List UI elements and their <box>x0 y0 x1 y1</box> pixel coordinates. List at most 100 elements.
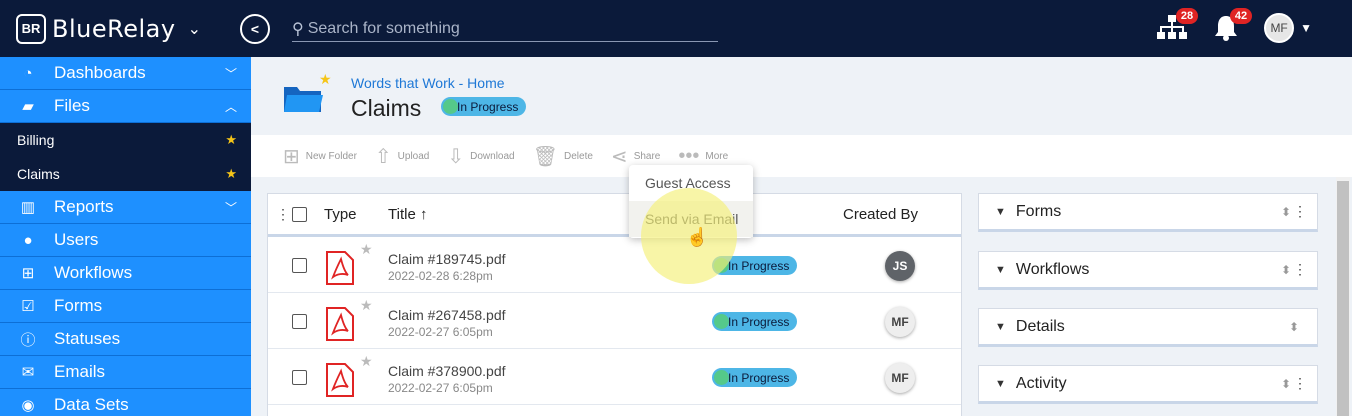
logo-mark-icon: BR <box>16 13 46 44</box>
notifications-button[interactable]: 42 <box>1210 8 1253 46</box>
pdf-file-icon <box>326 251 354 285</box>
app-name: BlueRelay <box>52 14 176 43</box>
sidebar: ◔ Dashboards ﹀ ▰ Files ︿ Billing ★ Claim… <box>0 57 251 416</box>
panel-forms[interactable]: ▼ Forms ⬍ ⋮ <box>978 193 1318 232</box>
sidebar-item-emails[interactable]: ✉ Emails <box>0 356 251 389</box>
column-type[interactable]: Type <box>324 206 357 223</box>
status-badge[interactable]: In Progress <box>441 97 527 116</box>
sidebar-item-workflows[interactable]: ⊞ Workflows <box>0 257 251 290</box>
star-icon[interactable]: ★ <box>360 297 373 314</box>
panel-details[interactable]: ▼ Details ⬍ <box>978 308 1318 347</box>
delete-button[interactable]: 🗑 Delete <box>533 144 593 169</box>
kebab-menu-icon[interactable]: ⋮ <box>1293 261 1307 278</box>
sidebar-item-data-sets[interactable]: ◉ Data Sets <box>0 389 251 416</box>
sidebar-item-files[interactable]: ▰ Files ︿ <box>0 90 251 123</box>
sidebar-item-label: Files <box>54 96 90 115</box>
sort-icon[interactable]: ⬍ <box>1281 263 1291 277</box>
guest-access-menu-item[interactable]: Guest Access <box>629 165 753 201</box>
status-badge[interactable]: In Progress <box>712 256 798 275</box>
column-title[interactable]: Title ↑ <box>388 206 427 223</box>
panel-activity[interactable]: ▼ Activity ⬍ ⋮ <box>978 365 1318 404</box>
sort-icon[interactable]: ⬍ <box>1281 377 1291 391</box>
sidebar-item-forms[interactable]: ☑ Forms <box>0 290 251 323</box>
chevron-down-icon[interactable]: ▼ <box>995 321 1006 333</box>
chevron-down-icon[interactable]: ▼ <box>995 378 1006 390</box>
sidebar-item-label: Forms <box>54 296 103 315</box>
status-badge[interactable]: In Progress <box>712 368 798 387</box>
star-icon[interactable]: ★ <box>225 166 237 182</box>
search-icon: ⚲ <box>292 20 304 38</box>
checkbox-icon: ☑ <box>21 298 35 315</box>
trash-icon: 🗑 <box>532 145 559 168</box>
chevron-down-icon[interactable]: ▼ <box>995 264 1006 276</box>
collapse-sidebar-button[interactable]: < <box>240 14 270 44</box>
user-icon: ● <box>23 231 33 249</box>
sidebar-item-label: Users <box>54 230 99 249</box>
chevron-down-icon[interactable]: ▼ <box>995 206 1006 218</box>
kebab-menu-icon[interactable]: ⋮ <box>1293 375 1307 392</box>
folder-open-icon: ▰ <box>22 98 34 115</box>
app-logo[interactable]: BR BlueRelay ⌄ <box>16 13 201 44</box>
table-row[interactable]: ★ Claim #378900.pdf 2022-02-27 6:05pm In… <box>268 349 961 405</box>
select-all-checkbox[interactable] <box>292 207 307 222</box>
info-icon: ⓘ <box>20 331 36 349</box>
dashboard-icon: ◔ <box>23 64 33 82</box>
column-options-icon[interactable]: ⋮ <box>276 206 290 223</box>
bar-chart-icon: ▥ <box>20 199 36 216</box>
breadcrumb[interactable]: Words that Work - Home <box>351 75 505 91</box>
star-icon[interactable]: ★ <box>360 241 373 258</box>
workflow-notifications-button[interactable]: 28 <box>1156 8 1199 46</box>
star-icon[interactable]: ★ <box>225 132 237 148</box>
page-header: ★ Words that Work - Home Claims In Progr… <box>251 57 1352 135</box>
scrollbar-thumb[interactable] <box>1337 181 1349 416</box>
row-checkbox[interactable] <box>292 258 307 273</box>
sort-icon[interactable]: ⬍ <box>1289 320 1299 334</box>
scrollbar[interactable] <box>1336 177 1350 416</box>
kebab-menu-icon[interactable]: ⋮ <box>1293 203 1307 220</box>
search-input[interactable] <box>307 19 708 38</box>
table-header: ⋮ Type Title ↑ s Created By <box>268 194 961 237</box>
sidebar-item-label: Data Sets <box>54 395 129 414</box>
table-row[interactable]: ★ Claim #267458.pdf 2022-02-27 6:05pm In… <box>268 293 961 349</box>
user-menu[interactable]: MF ▼ <box>1264 13 1312 43</box>
sidebar-subitem-billing[interactable]: Billing ★ <box>0 123 251 157</box>
row-checkbox[interactable] <box>292 370 307 385</box>
content-area: ⋮ Type Title ↑ s Created By ★ Claim #189… <box>251 177 1352 416</box>
new-folder-label: New Folder <box>305 150 357 162</box>
upload-button[interactable]: ⇧ Upload <box>375 144 429 169</box>
row-checkbox[interactable] <box>292 314 307 329</box>
chevron-down-icon: ﹀ <box>224 200 237 215</box>
sidebar-subitem-label: Claims <box>17 166 60 182</box>
favorite-star-icon[interactable]: ★ <box>319 71 332 88</box>
file-title[interactable]: Claim #267458.pdf <box>388 307 506 323</box>
sidebar-item-dashboards[interactable]: ◔ Dashboards ﹀ <box>0 57 251 90</box>
workflow-count-badge: 28 <box>1175 8 1199 24</box>
hand-pointer-icon: ☝ <box>686 227 709 247</box>
more-label: More <box>705 150 729 162</box>
sidebar-item-statuses[interactable]: ⓘ Statuses <box>0 323 251 356</box>
column-created-by[interactable]: Created By <box>843 206 918 223</box>
sidebar-item-label: Statuses <box>54 329 121 348</box>
file-title[interactable]: Claim #189745.pdf <box>388 251 506 267</box>
caret-down-icon: ▼ <box>1300 21 1312 35</box>
envelope-icon: ✉ <box>21 364 35 381</box>
sidebar-item-reports[interactable]: ▥ Reports ﹀ <box>0 191 251 224</box>
avatar: MF <box>1264 13 1295 43</box>
file-date: 2022-02-27 6:05pm <box>388 381 493 395</box>
files-submenu: Billing ★ Claims ★ <box>0 123 251 191</box>
file-title[interactable]: Claim #378900.pdf <box>388 363 506 379</box>
sidebar-item-label: Reports <box>54 197 114 216</box>
status-badge[interactable]: In Progress <box>712 312 798 331</box>
star-icon[interactable]: ★ <box>360 353 373 370</box>
top-actions: 28 42 MF ▼ <box>1156 8 1312 46</box>
table-row[interactable]: ★ Claim #189745.pdf 2022-02-28 6:28pm In… <box>268 237 961 293</box>
sort-icon[interactable]: ⬍ <box>1281 205 1291 219</box>
chevron-down-icon[interactable]: ⌄ <box>188 19 201 39</box>
new-folder-button[interactable]: ⊞ New Folder <box>283 144 357 169</box>
sidebar-subitem-claims[interactable]: Claims ★ <box>0 157 251 191</box>
sitemap-icon: ⊞ <box>21 265 35 282</box>
panel-workflows[interactable]: ▼ Workflows ⬍ ⋮ <box>978 251 1318 290</box>
folder-icon <box>284 87 323 112</box>
download-button[interactable]: ⇩ Download <box>447 144 514 169</box>
sidebar-item-users[interactable]: ● Users <box>0 224 251 257</box>
